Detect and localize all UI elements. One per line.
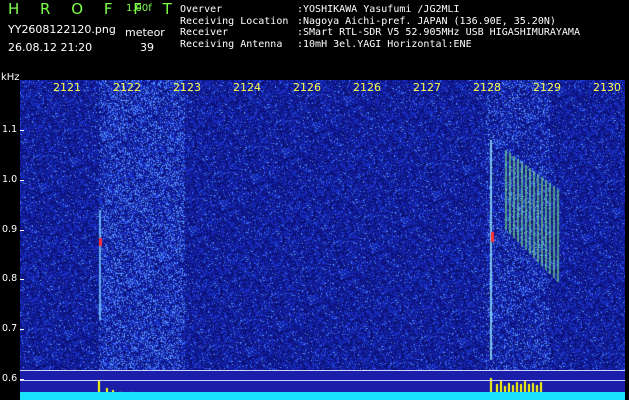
date-time: 26.08.12 21:20 [8, 41, 93, 54]
info-key: Overver [180, 4, 223, 15]
info-value: :SMart RTL-SDR V5 52.905MHz USB HIGASHIM… [297, 27, 580, 38]
y-tick-label-0-6: 0.6 [2, 373, 18, 384]
y-tick-label-0-9: 0.9 [2, 224, 18, 235]
time-label-2121: 2121 [53, 81, 81, 94]
spectrogram-canvas [20, 80, 625, 400]
y-tick-label-1-0: 1.0 [2, 174, 18, 185]
info-value: :YOSHIKAWA Yasufumi /JG2MLI [297, 4, 460, 15]
time-label-2123: 2123 [173, 81, 201, 94]
time-label-2126a: 2126 [293, 81, 321, 94]
time-label-2127: 2127 [413, 81, 441, 94]
time-label-2130: 2130 [593, 81, 621, 94]
spectrum-baseline-lower [20, 380, 625, 381]
app-version: 1.00f [126, 3, 152, 14]
time-label-2129: 2129 [533, 81, 561, 94]
noise-floor-trace [20, 392, 625, 400]
meteor-count: 39 [140, 41, 154, 54]
spectrogram [20, 80, 625, 400]
info-row-location: Receiving Location :Nagoya Aichi-pref. J… [180, 16, 580, 28]
y-tick-label-0-7: 0.7 [2, 323, 18, 334]
y-tick-label-1-1: 1.1 [2, 124, 18, 135]
time-label-2128: 2128 [473, 81, 501, 94]
info-key: Receiving Antenna [180, 38, 283, 50]
y-tick-mark [20, 130, 24, 131]
info-key: Receiver [180, 27, 229, 38]
spectrum-baseline-upper [20, 370, 625, 371]
station-info: Overver :YOSHIKAWA Yasufumi /JG2MLI Rece… [180, 4, 580, 50]
y-axis-unit: kHz [1, 72, 20, 83]
y-tick-mark [20, 329, 24, 330]
meteor-label: meteor [125, 26, 165, 39]
file-name: YY2608122120.png [8, 23, 116, 36]
time-label-2124: 2124 [233, 81, 261, 94]
y-tick-mark [20, 230, 24, 231]
info-row-antenna: Receiving Antenna :10mH 3el.YAGI Horizon… [180, 39, 580, 51]
info-row-observer: Overver :YOSHIKAWA Yasufumi /JG2MLI [180, 4, 580, 16]
info-row-receiver: Receiver :SMart RTL-SDR V5 52.905MHz USB… [180, 27, 580, 39]
time-label-2126b: 2126 [353, 81, 381, 94]
y-tick-mark [20, 180, 24, 181]
y-tick-mark [20, 279, 24, 280]
y-tick-mark [20, 379, 24, 380]
time-label-2122: 2122 [113, 81, 141, 94]
y-tick-label-0-8: 0.8 [2, 273, 18, 284]
info-value: :10mH 3el.YAGI Horizontal:ENE [297, 38, 472, 50]
info-key: Receiving Location [180, 15, 289, 27]
app-title: H R O F F T [8, 0, 180, 18]
info-value: :Nagoya Aichi-pref. JAPAN (136.90E, 35.2… [297, 15, 556, 27]
